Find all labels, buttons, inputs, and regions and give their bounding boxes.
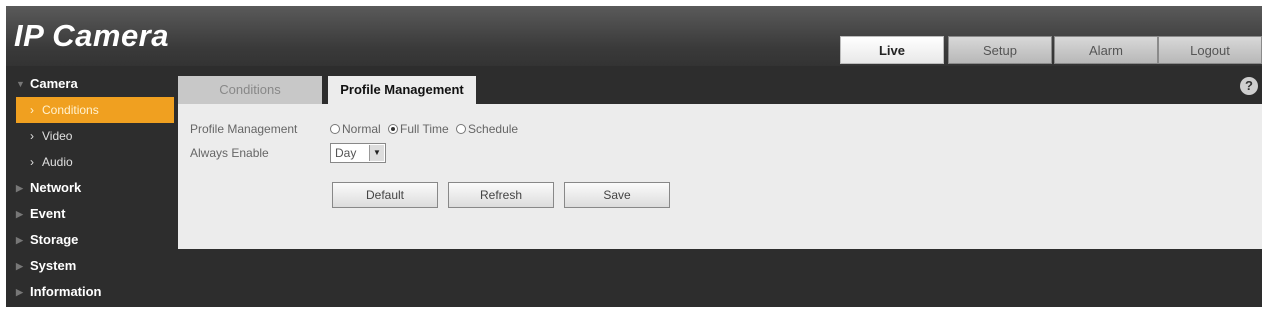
expand-triangle-icon: ▶ bbox=[16, 183, 23, 193]
alarm-button[interactable]: Alarm bbox=[1054, 36, 1158, 64]
sidebar-item-information[interactable]: ▶ Information bbox=[6, 279, 174, 305]
radio-circle-icon bbox=[456, 124, 467, 134]
radio-selected-icon bbox=[388, 124, 399, 134]
header: IP Camera Live Setup Alarm Logout bbox=[6, 6, 1262, 66]
expand-triangle-icon: ▶ bbox=[16, 209, 23, 219]
tab-profile-management[interactable]: Profile Management bbox=[328, 76, 476, 104]
sidebar-item-storage[interactable]: ▶ Storage bbox=[6, 227, 174, 253]
app-window: IP Camera Live Setup Alarm Logout ▼ Camer… bbox=[6, 6, 1262, 307]
chevron-right-icon: › bbox=[30, 103, 34, 117]
expand-triangle-icon: ▶ bbox=[16, 261, 23, 271]
chevron-right-icon: › bbox=[30, 155, 34, 169]
radio-normal[interactable]: Normal bbox=[330, 122, 381, 136]
expand-triangle-icon: ▶ bbox=[16, 287, 23, 297]
refresh-button[interactable]: Refresh bbox=[448, 182, 554, 208]
main-content: Conditions Profile Management ? Profile … bbox=[178, 76, 1262, 249]
help-icon[interactable]: ? bbox=[1240, 77, 1258, 95]
sidebar-item-video[interactable]: › Video bbox=[6, 123, 174, 149]
top-nav: Live Setup Alarm Logout bbox=[6, 36, 1262, 66]
profile-management-label: Profile Management bbox=[190, 122, 298, 136]
logout-button[interactable]: Logout bbox=[1158, 36, 1262, 64]
settings-panel: Profile Management Normal Full Time Sche… bbox=[178, 104, 1262, 249]
chevron-right-icon: › bbox=[30, 129, 34, 143]
sidebar-item-event[interactable]: ▶ Event bbox=[6, 201, 174, 227]
always-enable-label: Always Enable bbox=[190, 146, 269, 160]
sidebar: ▼ Camera › Conditions › Video › Audio ▶ Netwo… bbox=[6, 71, 174, 305]
sidebar-item-camera[interactable]: ▼ Camera bbox=[6, 71, 174, 97]
sidebar-item-audio[interactable]: › Audio bbox=[6, 149, 174, 175]
sidebar-item-system[interactable]: ▶ System bbox=[6, 253, 174, 279]
live-button[interactable]: Live bbox=[840, 36, 944, 64]
radio-schedule[interactable]: Schedule bbox=[456, 122, 518, 136]
sidebar-item-network[interactable]: ▶ Network bbox=[6, 175, 174, 201]
tab-bar: Conditions Profile Management ? bbox=[178, 76, 1262, 104]
radio-full-time[interactable]: Full Time bbox=[388, 122, 449, 136]
tab-conditions[interactable]: Conditions bbox=[178, 76, 322, 104]
profile-radio-group: Normal Full Time Schedule bbox=[330, 122, 522, 136]
sidebar-item-conditions[interactable]: › Conditions bbox=[16, 97, 174, 123]
radio-circle-icon bbox=[330, 124, 340, 134]
setup-button[interactable]: Setup bbox=[948, 36, 1052, 64]
expand-triangle-icon: ▶ bbox=[16, 235, 23, 245]
save-button[interactable]: Save bbox=[564, 182, 670, 208]
default-button[interactable]: Default bbox=[332, 182, 438, 208]
always-enable-select[interactable]: Day ▼ bbox=[330, 143, 386, 163]
collapse-triangle-icon: ▼ bbox=[16, 79, 25, 89]
dropdown-arrow-icon: ▼ bbox=[369, 145, 384, 161]
